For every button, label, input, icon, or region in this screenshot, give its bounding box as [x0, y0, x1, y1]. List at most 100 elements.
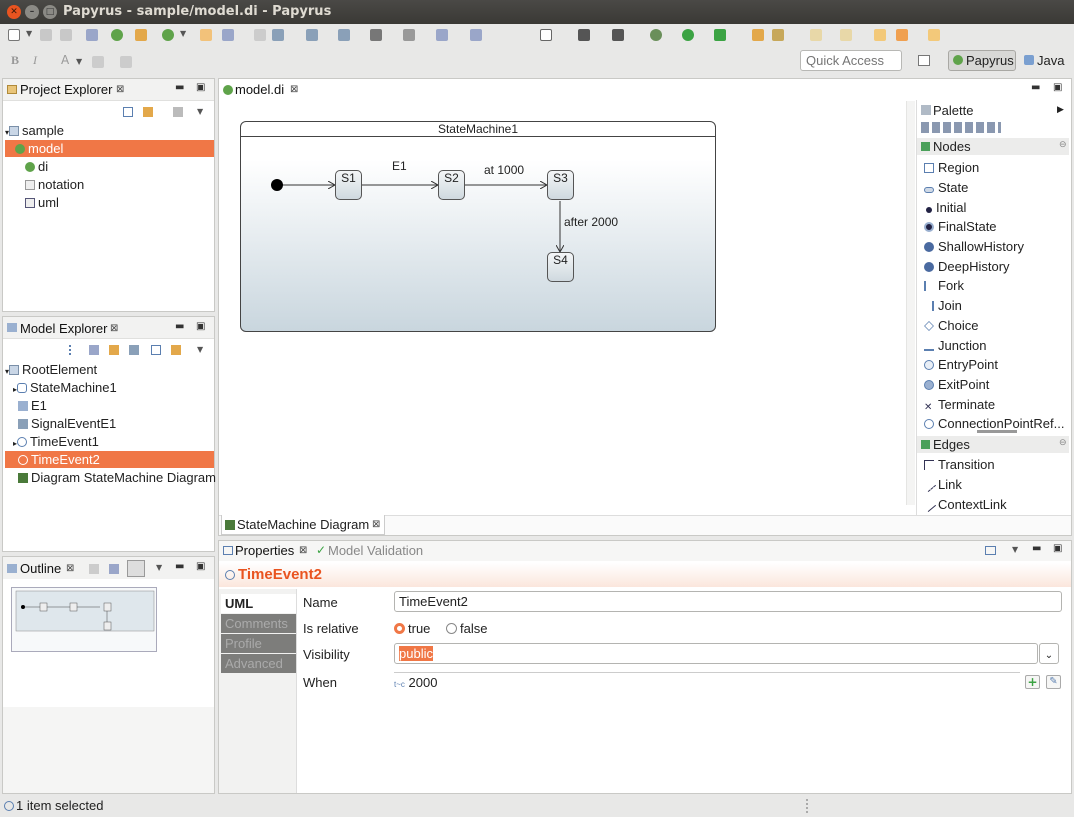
- diagram-scrollbar[interactable]: [906, 101, 915, 505]
- tree-item-diagram[interactable]: Diagram StateMachine Diagram: [5, 469, 216, 486]
- minimize-icon[interactable]: ▬: [1031, 82, 1040, 93]
- bold-button[interactable]: B: [11, 53, 19, 68]
- name-field[interactable]: TimeEvent2: [394, 591, 1062, 612]
- view-menu-icon[interactable]: ▼: [1012, 545, 1018, 554]
- back-icon[interactable]: [874, 29, 886, 41]
- state-s1[interactable]: S1: [335, 170, 362, 200]
- maximize-icon[interactable]: ▣: [1053, 82, 1062, 93]
- palette-item-contextlink[interactable]: ContextLink: [921, 497, 1007, 513]
- transition-label-after-2000[interactable]: after 2000: [564, 215, 618, 229]
- palette-item-terminate[interactable]: ✕ Terminate: [924, 397, 995, 413]
- visibility-select[interactable]: public: [394, 643, 1038, 664]
- maximize-icon[interactable]: ▣: [196, 561, 205, 572]
- open-perspective-icon[interactable]: [918, 55, 930, 66]
- palette-item-state[interactable]: State: [924, 180, 968, 195]
- arrange-icon[interactable]: [306, 29, 318, 41]
- state-s3[interactable]: S3: [547, 170, 574, 200]
- tree-item-timeevent2[interactable]: TimeEvent2: [5, 451, 214, 468]
- tree-item-model[interactable]: model: [5, 140, 214, 157]
- palette-item-link[interactable]: Link: [921, 477, 962, 493]
- maximize-icon[interactable]: ▣: [1053, 543, 1062, 554]
- relative-true-radio[interactable]: true: [394, 621, 430, 636]
- next-annotation-icon[interactable]: [810, 29, 822, 41]
- quick-access-input[interactable]: [800, 50, 902, 71]
- debug-icon[interactable]: [650, 29, 662, 41]
- zoom-icon[interactable]: [540, 29, 552, 41]
- outline-thumbnail[interactable]: [11, 587, 157, 652]
- view-menu-icon[interactable]: ▼: [197, 345, 203, 354]
- tab-statemachine-diagram[interactable]: StateMachine Diagram ⊠: [221, 515, 385, 535]
- route-icon[interactable]: [403, 29, 415, 41]
- minimize-icon[interactable]: ▬: [175, 82, 184, 93]
- tab-project-explorer[interactable]: Project Explorer: [20, 82, 112, 97]
- tree-item-e1[interactable]: E1: [5, 397, 47, 414]
- minimize-icon[interactable]: ▬: [175, 561, 184, 572]
- maximize-icon[interactable]: ▣: [196, 321, 205, 332]
- view-menu-icon[interactable]: ▼: [197, 107, 203, 116]
- palette-tools[interactable]: [921, 122, 1001, 133]
- tree-item-statemachine1[interactable]: ▸ StateMachine1: [5, 379, 117, 396]
- close-icon[interactable]: ⊠: [299, 545, 307, 556]
- transition-label-at-1000[interactable]: at 1000: [484, 163, 524, 177]
- palette-item-fork[interactable]: Fork: [924, 278, 964, 293]
- italic-button[interactable]: I: [33, 53, 37, 68]
- tab-comments[interactable]: Comments: [221, 614, 296, 633]
- palette-item-initial[interactable]: Initial: [924, 200, 966, 215]
- tree-item-uml[interactable]: uml: [5, 194, 59, 211]
- image-icon[interactable]: [612, 29, 624, 41]
- add-icon[interactable]: +: [1025, 675, 1040, 689]
- line-color-icon[interactable]: [120, 56, 132, 68]
- state-s4[interactable]: S4: [547, 252, 574, 282]
- fill-color-icon[interactable]: [92, 56, 104, 68]
- back-nav-icon[interactable]: [896, 29, 908, 41]
- view-menu-icon[interactable]: ▼: [156, 563, 162, 572]
- palette-edges-header[interactable]: Edges ⊖: [917, 436, 1069, 453]
- layout-icon[interactable]: [135, 29, 147, 41]
- palette-item-choice[interactable]: Choice: [924, 318, 978, 333]
- close-icon[interactable]: ⊠: [372, 519, 380, 530]
- state-s2[interactable]: S2: [438, 170, 465, 200]
- tab-model-validation[interactable]: Model Validation: [328, 543, 423, 558]
- tab-outline[interactable]: Outline: [20, 561, 61, 576]
- overview-icon[interactable]: [127, 560, 145, 577]
- palette-item-finalstate[interactable]: FinalState: [924, 219, 997, 234]
- papyrus-icon[interactable]: [111, 29, 123, 41]
- hierarchy-icon[interactable]: [129, 345, 139, 355]
- tree-item-rootelement[interactable]: ▾ RootElement: [5, 361, 97, 378]
- palette-item-junction[interactable]: Junction: [924, 338, 986, 353]
- pin-view-icon[interactable]: [985, 546, 996, 555]
- filter-icon[interactable]: [89, 564, 99, 574]
- close-window-button[interactable]: ✕: [7, 5, 21, 19]
- pin-icon[interactable]: ⊖: [1059, 140, 1067, 150]
- edit-icon[interactable]: ✎: [1046, 675, 1061, 689]
- properties-icon[interactable]: [578, 29, 590, 41]
- collapse-all-icon[interactable]: [123, 107, 133, 117]
- link-icon[interactable]: [200, 29, 212, 41]
- close-icon[interactable]: ⊠: [116, 84, 124, 95]
- papyrus-perspective-button[interactable]: Papyrus: [948, 50, 1016, 71]
- align-icon[interactable]: [338, 29, 350, 41]
- tab-advanced[interactable]: Advanced: [221, 654, 296, 673]
- save-all-icon[interactable]: [60, 29, 72, 41]
- pencil-icon[interactable]: [86, 29, 98, 41]
- java-perspective-button[interactable]: Java: [1022, 50, 1072, 71]
- save-icon[interactable]: [40, 29, 52, 41]
- palette-item-shallowhistory[interactable]: ShallowHistory: [924, 239, 1024, 254]
- palette-item-deephistory[interactable]: DeepHistory: [924, 259, 1010, 274]
- when-field[interactable]: t~c 2000: [394, 672, 1020, 693]
- select-icon[interactable]: [272, 29, 284, 41]
- close-icon[interactable]: ⊠: [110, 323, 118, 334]
- filter-icon[interactable]: [173, 107, 183, 117]
- palette-collapse-icon[interactable]: ▶: [1057, 105, 1064, 115]
- link-editor-icon[interactable]: [171, 345, 181, 355]
- tree-item-notation[interactable]: notation: [5, 176, 84, 193]
- minimize-window-button[interactable]: –: [25, 5, 39, 19]
- connector-icon[interactable]: [436, 29, 448, 41]
- palette-item-connectionpointref[interactable]: ConnectionPointRef...: [924, 416, 1070, 431]
- close-icon[interactable]: ⊠: [290, 84, 298, 95]
- arrow-icon[interactable]: [222, 29, 234, 41]
- transition-label-e1[interactable]: E1: [392, 159, 407, 173]
- minimize-icon[interactable]: ▬: [1032, 543, 1041, 554]
- tree-item-sample[interactable]: ▾ sample: [5, 122, 64, 139]
- forward-nav-icon[interactable]: [928, 29, 940, 41]
